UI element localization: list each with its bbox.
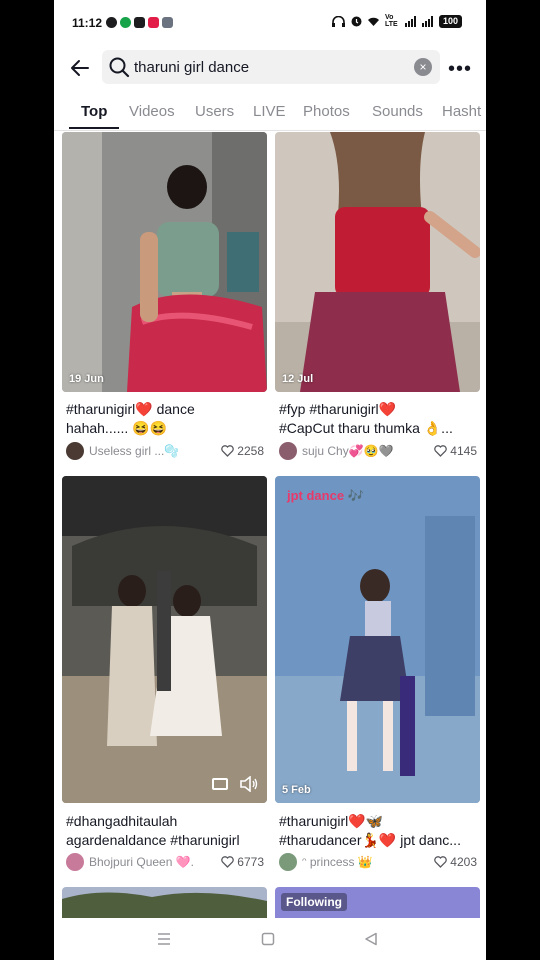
search-query[interactable]: tharuni girl dance [134,59,249,76]
likes-value: 4203 [450,855,477,869]
caption-line[interactable]: #dhangadhitaulah [66,812,266,830]
post-date: 5 Feb [282,784,311,796]
alarm-icon [351,16,362,26]
thumbnail-image [275,132,480,392]
card-meta: suju Chy💞🥹🩶 4145 [279,441,477,461]
username[interactable]: Bhojpuri Queen 🩷... [89,855,194,869]
avatar[interactable] [279,442,297,460]
like-count: 2258 [221,444,264,458]
thumbnail-image [62,476,267,803]
caption-line[interactable]: #fyp #tharunigirl❤️ [279,400,479,418]
status-bar: 11:12 Vo LTE 100 [54,0,486,46]
like-count: 4145 [434,444,477,458]
video-thumbnail[interactable]: 19 Jun [62,132,267,392]
search-icon [109,57,130,78]
whatsapp-icon [120,17,131,28]
like-count: 4203 [434,855,477,869]
tab-videos[interactable]: Videos [129,103,175,120]
heart-icon [434,445,448,457]
volume-icon[interactable] [240,776,258,792]
video-card[interactable]: Following [275,887,480,918]
network-label: Vo LTE [384,14,398,28]
thumbnail-image [62,132,267,392]
signal-icon [404,15,416,27]
likes-value: 4145 [450,444,477,458]
video-card[interactable] [62,887,267,918]
caption-line[interactable]: #CapCut tharu thumka 👌... [279,419,479,437]
caption-line[interactable]: hahah...... 😆😆 [66,419,266,437]
caption-line[interactable]: agardenaldance #tharunigirl [66,831,266,849]
heart-icon [221,445,235,457]
recents-icon[interactable] [157,933,171,945]
wifi-icon [367,17,379,26]
caption-line[interactable]: #tharudancer💃❤️ jpt danc... [279,831,479,849]
captions-icon[interactable] [212,778,228,790]
video-thumbnail[interactable]: jpt dance 🎶 5 Feb [275,476,480,803]
thumbnail-image [275,476,480,803]
thumbnail-image [62,887,267,918]
like-count: 6773 [221,855,264,869]
post-date: 19 Jun [69,373,104,385]
app-screen: 11:12 Vo LTE 100 tharuni girl dance × ••… [54,0,486,960]
username[interactable]: suju Chy💞🥹🩶 [302,444,407,458]
username[interactable]: ᵔ princess 👑 [302,855,407,869]
active-tab-indicator [69,127,119,129]
heart-icon [221,856,235,868]
youtube-icon [148,17,159,28]
avatar[interactable] [66,442,84,460]
search-input[interactable]: tharuni girl dance × [102,50,440,84]
tab-photos[interactable]: Photos [303,103,350,120]
overlay-text: jpt dance 🎶 [287,488,364,503]
post-date: 12 Jul [282,373,314,385]
caption-line[interactable]: #tharunigirl❤️🦋 [279,812,479,830]
likes-value: 2258 [237,444,264,458]
status-time: 11:12 [72,16,103,30]
card-meta: Bhojpuri Queen 🩷... 6773 [66,852,264,872]
home-icon[interactable] [261,932,275,946]
search-header: tharuni girl dance × ••• [54,50,486,86]
system-nav-bar [54,918,486,960]
back-triangle-icon[interactable] [364,932,378,946]
result-tabs: Top Videos Users LIVE Photos Sounds Hash… [54,98,486,131]
card-meta: ᵔ princess 👑 4203 [279,852,477,872]
video-thumbnail[interactable] [62,476,267,803]
gallery-icon [162,17,173,28]
signal-icon-2 [421,15,433,27]
tab-top[interactable]: Top [81,103,107,120]
following-badge: Following [281,893,347,911]
messenger-icon [106,17,117,28]
avatar[interactable] [279,853,297,871]
username[interactable]: Useless girl ...🫧 [89,444,194,458]
tab-users[interactable]: Users [195,103,234,120]
vpn-icon [134,17,145,28]
tab-live[interactable]: LIVE [253,103,286,120]
likes-value: 6773 [237,855,264,869]
avatar[interactable] [66,853,84,871]
heart-icon [434,856,448,868]
notification-icons [106,17,173,28]
video-thumbnail[interactable]: 12 Jul [275,132,480,392]
card-meta: Useless girl ...🫧 2258 [66,441,264,461]
headphones-icon [331,15,345,27]
tab-sounds[interactable]: Sounds [372,103,423,120]
caption-line[interactable]: #tharunigirl❤️ dance [66,400,266,418]
more-horizontal-icon[interactable]: ••• [448,58,472,81]
tab-hashtags[interactable]: Hasht [442,103,481,120]
arrow-left-icon[interactable] [68,56,92,80]
status-right: Vo LTE 100 [331,14,462,28]
battery-icon: 100 [438,14,462,28]
clear-icon[interactable]: × [414,58,432,76]
